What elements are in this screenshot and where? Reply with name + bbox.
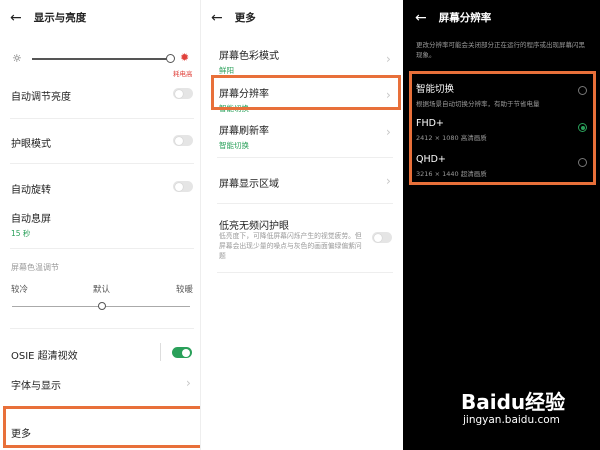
highlight-box-options xyxy=(409,71,596,185)
highlight-box-more xyxy=(3,406,200,448)
baidu-watermark: Baidu经验 xyxy=(461,386,565,415)
sun-high-icon: ✹ xyxy=(180,51,190,64)
chevron-right-icon: › xyxy=(386,174,391,188)
temp-warm-label: 较暖 xyxy=(176,285,194,295)
header: ← 显示与亮度 xyxy=(10,10,86,25)
back-arrow-icon[interactable]: ← xyxy=(211,11,223,25)
header: ← 更多 xyxy=(211,10,256,25)
auto-rotate-label: 自动旋转 xyxy=(11,185,51,196)
osie-toggle[interactable] xyxy=(172,347,192,358)
highlight-box-resolution xyxy=(211,75,401,110)
header: ← 屏幕分辨率 xyxy=(415,10,491,25)
temp-cold-label: 较冷 xyxy=(11,285,29,295)
chevron-right-icon: › xyxy=(386,125,391,139)
chevron-right-icon: › xyxy=(186,376,191,390)
auto-rotate-toggle[interactable] xyxy=(173,181,193,192)
resolution-description: 更改分辨率可能会关闭部分正在运行的程序或出现屏幕闪黑现象。 xyxy=(416,41,585,60)
auto-brightness-label: 自动调节亮度 xyxy=(11,92,71,103)
resolution-panel: ← 屏幕分辨率 更改分辨率可能会关闭部分正在运行的程序或出现屏幕闪黑现象。 智能… xyxy=(403,0,600,450)
page-title: 屏幕分辨率 xyxy=(438,12,492,24)
brightness-slider-thumb[interactable] xyxy=(166,54,175,63)
flicker-toggle[interactable] xyxy=(372,232,392,243)
auto-sleep-value: 15 秒 xyxy=(11,229,31,238)
back-arrow-icon[interactable]: ← xyxy=(10,11,22,25)
eye-protection-toggle[interactable] xyxy=(173,135,193,146)
more-panel: ← 更多 屏幕色彩模式 鲜阳 › 屏幕分辨率 智能切换 › 屏幕刷新率 智能切换… xyxy=(200,0,403,450)
baidu-logo: Baidu经验 xyxy=(461,390,566,414)
brightness-slider[interactable] xyxy=(32,58,172,60)
back-arrow-icon[interactable]: ← xyxy=(415,11,427,25)
osie-label: OSIE 超清视效 xyxy=(11,351,78,362)
color-temp-label: 屏幕色温调节 xyxy=(11,263,59,272)
auto-brightness-toggle[interactable] xyxy=(173,88,193,99)
sun-low-icon: ☼ xyxy=(12,52,22,65)
flicker-description: 低亮度下，可降低屏幕闪烁产生的视觉疲劳。但屏幕会出现少量的噪点与灰色的画面偏绿偏… xyxy=(219,232,362,261)
color-mode-item[interactable]: 屏幕色彩模式 鲜阳 xyxy=(219,47,279,76)
display-brightness-panel: ← 显示与亮度 ☼ ✹ 耗电高 自动调节亮度 护眼模式 自动旋转 自动息屏 15… xyxy=(0,0,200,450)
refresh-rate-label: 屏幕刷新率 xyxy=(219,126,269,137)
refresh-rate-item[interactable]: 屏幕刷新率 智能切换 xyxy=(219,122,269,151)
color-temp-slider-thumb[interactable] xyxy=(98,302,106,310)
temp-default-label: 默认 xyxy=(93,285,111,295)
page-title: 显示与亮度 xyxy=(33,12,87,24)
display-area-label[interactable]: 屏幕显示区域 xyxy=(219,175,279,190)
chevron-right-icon: › xyxy=(386,52,391,66)
page-title: 更多 xyxy=(234,12,256,24)
watermark-url: jingyan.baidu.com xyxy=(463,414,560,426)
color-mode-label: 屏幕色彩模式 xyxy=(219,51,279,62)
refresh-rate-value: 智能切换 xyxy=(219,141,249,150)
flicker-label: 低亮无频闪护眼 xyxy=(219,221,289,232)
eye-protection-label: 护眼模式 xyxy=(11,139,51,150)
auto-sleep-item[interactable]: 自动息屏 15 秒 xyxy=(11,210,51,239)
auto-sleep-label: 自动息屏 xyxy=(11,214,51,225)
power-consumption-label: 耗电高 xyxy=(173,70,193,78)
font-display-label[interactable]: 字体与显示 xyxy=(11,377,61,392)
